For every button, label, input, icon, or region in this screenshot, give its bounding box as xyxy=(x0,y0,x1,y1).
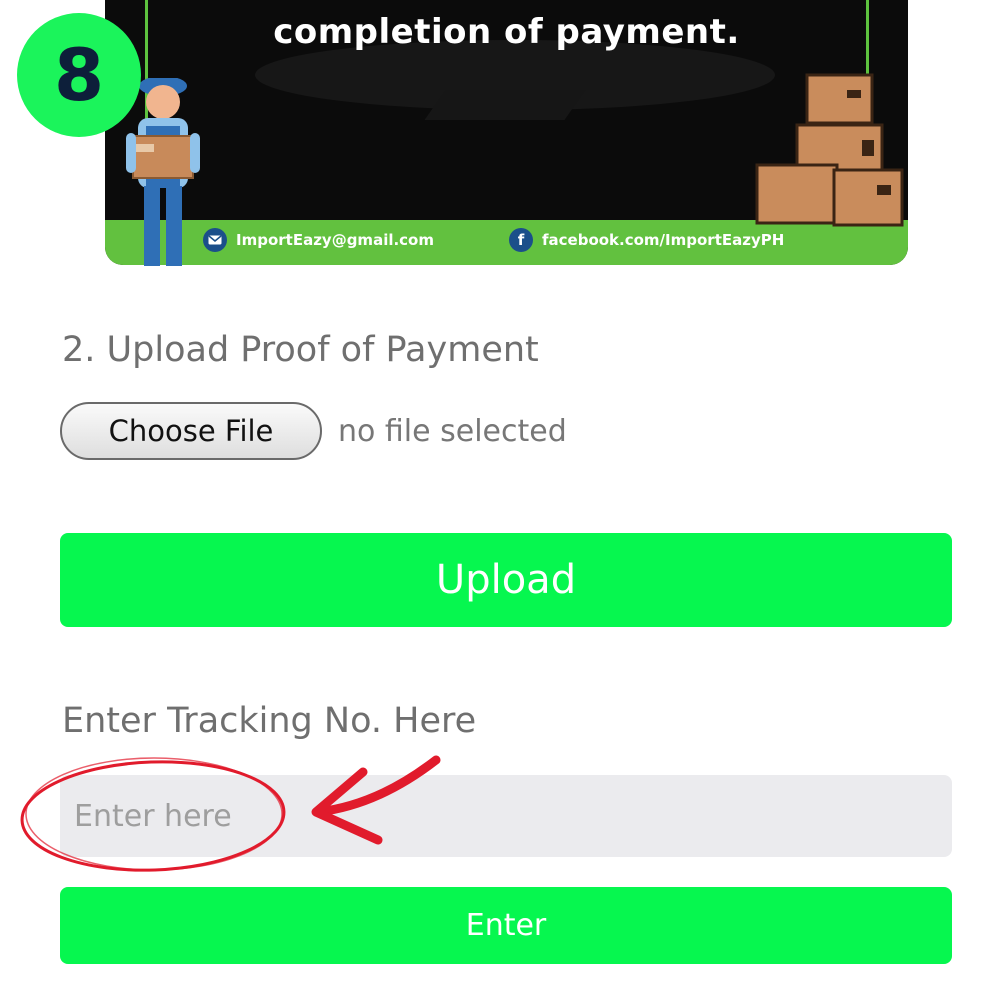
parcel-boxes-illustration xyxy=(755,73,904,227)
choose-file-button[interactable]: Choose File xyxy=(60,402,322,460)
banner-heading: completion of payment. xyxy=(273,12,740,52)
page: completion of payment. ImportEazy@gmail.… xyxy=(0,0,1000,1000)
email-contact: ImportEazy@gmail.com xyxy=(203,228,434,252)
email-text: ImportEazy@gmail.com xyxy=(236,231,434,249)
enter-button[interactable]: Enter xyxy=(60,887,952,964)
step-number-badge: 8 xyxy=(17,13,141,137)
facebook-icon: f xyxy=(509,228,533,252)
file-picker: Choose File no file selected xyxy=(60,402,567,460)
upload-section-label: 2. Upload Proof of Payment xyxy=(62,330,539,370)
facebook-contact: f facebook.com/ImportEazyPH xyxy=(509,228,784,252)
upload-button[interactable]: Upload xyxy=(60,533,952,627)
file-status-text: no file selected xyxy=(338,413,567,449)
tracking-section-label: Enter Tracking No. Here xyxy=(62,701,477,741)
tracking-number-input[interactable] xyxy=(60,775,952,857)
facebook-text: facebook.com/ImportEazyPH xyxy=(542,231,785,249)
